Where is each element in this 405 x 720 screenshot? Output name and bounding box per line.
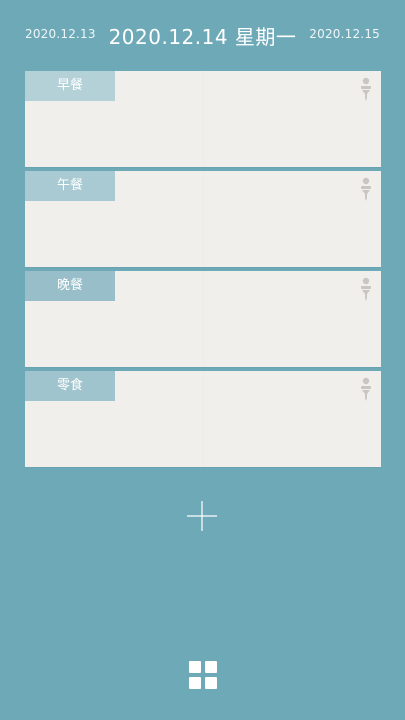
- meal-card-snack[interactable]: 零食: [25, 371, 381, 467]
- grid-icon: [205, 677, 217, 689]
- meal-card-dinner[interactable]: 晚餐: [25, 271, 381, 367]
- grid-icon: [189, 661, 201, 673]
- date-header: 2020.12.13 2020.12.14 星期一 2020.12.15: [0, 0, 405, 70]
- meal-tag-breakfast: 早餐: [25, 71, 115, 101]
- meal-card-breakfast[interactable]: 早餐: [25, 71, 381, 167]
- meal-card-lunch[interactable]: 午餐: [25, 171, 381, 267]
- meal-tag-snack: 零食: [25, 371, 115, 401]
- pushpin-icon[interactable]: [360, 177, 372, 201]
- add-meal-button[interactable]: [186, 500, 218, 532]
- grid-menu-button[interactable]: [189, 661, 217, 689]
- grid-icon: [189, 677, 201, 689]
- pushpin-icon[interactable]: [360, 277, 372, 301]
- grid-icon: [205, 661, 217, 673]
- pushpin-icon[interactable]: [360, 377, 372, 401]
- meal-tag-dinner: 晚餐: [25, 271, 115, 301]
- pushpin-icon[interactable]: [360, 77, 372, 101]
- meal-list: 早餐 午餐 晚餐 零食: [25, 71, 381, 471]
- next-date-link[interactable]: 2020.12.15: [309, 27, 380, 41]
- meal-tag-lunch: 午餐: [25, 171, 115, 201]
